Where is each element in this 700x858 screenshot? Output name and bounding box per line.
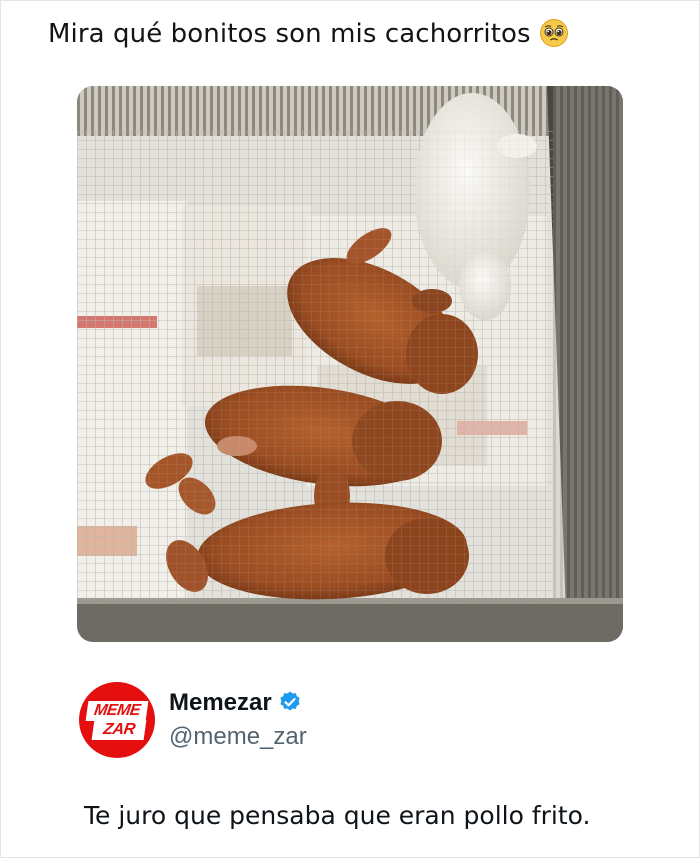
puppies-in-cage-image xyxy=(77,86,623,642)
avatar-text-meme: MEME xyxy=(85,701,149,721)
author-name[interactable]: Memezar xyxy=(169,688,302,718)
author-handle[interactable]: @meme_zar xyxy=(169,722,307,752)
caption-text: Mira qué bonitos son mis cachorritos xyxy=(48,19,531,49)
verified-badge-icon xyxy=(280,691,300,711)
avatar-text-zar: ZAR xyxy=(91,720,147,740)
post-caption: Mira qué bonitos son mis cachorritos xyxy=(48,16,569,52)
puppies-photo xyxy=(77,86,623,642)
author-name-text: Memezar xyxy=(169,689,272,716)
tweet-text: Te juro que pensaba que eran pollo frito… xyxy=(84,801,591,830)
avatar[interactable]: MEME ZAR xyxy=(79,682,155,758)
pleading-face-emoji-icon xyxy=(539,19,568,47)
